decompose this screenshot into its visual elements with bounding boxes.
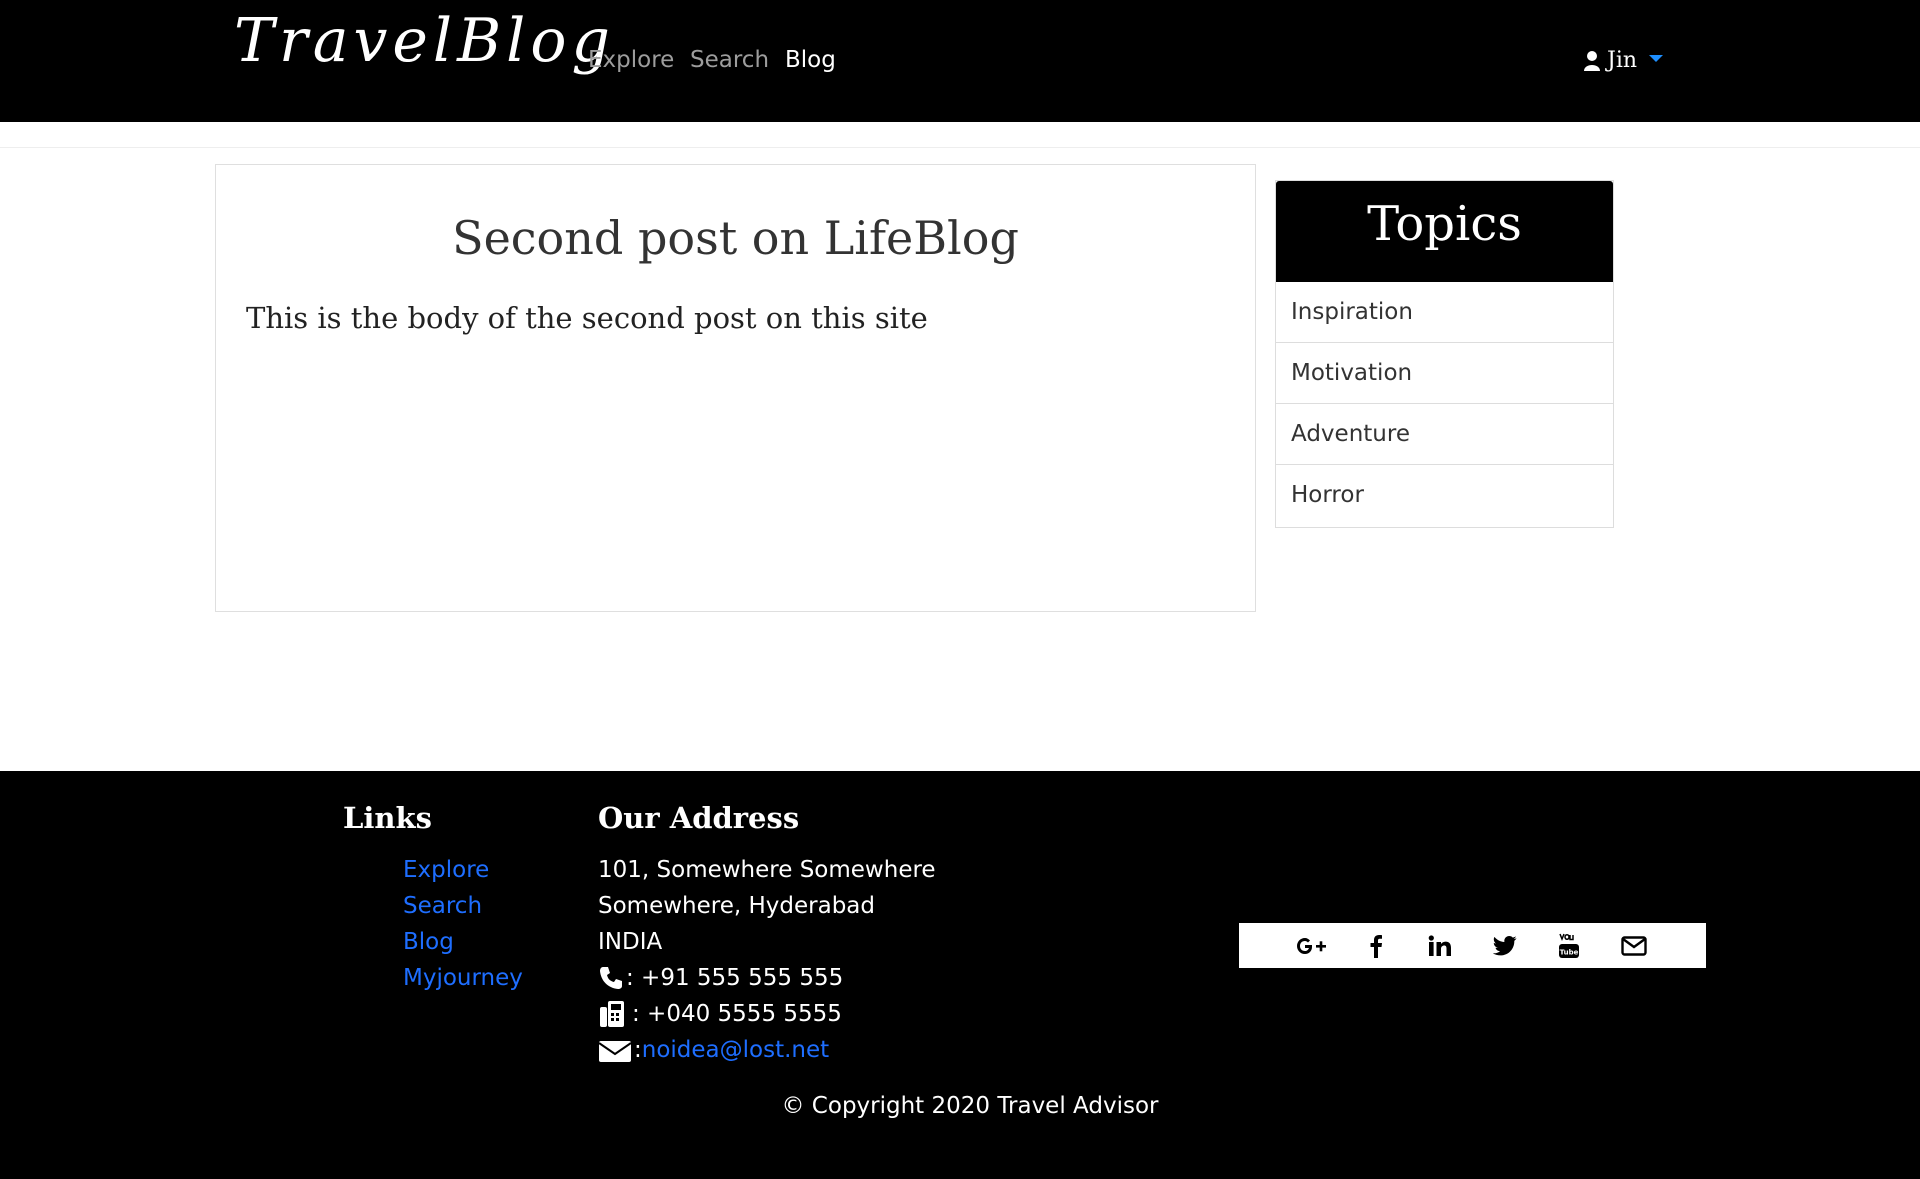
address-line: Somewhere, Hyderabad bbox=[598, 893, 875, 919]
brand-logo[interactable]: TravelBlog bbox=[234, 8, 615, 74]
youtube-icon[interactable]: Tube bbox=[1551, 928, 1587, 964]
footer-link-search[interactable]: Search bbox=[403, 893, 482, 919]
footer-link-blog[interactable]: Blog bbox=[403, 929, 454, 955]
address-title: Our Address bbox=[598, 801, 800, 835]
linkedin-icon[interactable] bbox=[1422, 928, 1458, 964]
chevron-down-icon bbox=[1649, 55, 1664, 62]
footer-link-myjourney[interactable]: Myjourney bbox=[403, 965, 523, 991]
user-name: Jin bbox=[1607, 48, 1638, 73]
fax-icon bbox=[600, 1001, 624, 1027]
fax-line: : +040 5555 5555 bbox=[598, 996, 936, 1032]
footer-links: Explore Search Blog Myjourney bbox=[403, 852, 523, 996]
nav-search-link[interactable]: Search bbox=[690, 47, 769, 73]
address-line: INDIA bbox=[598, 929, 663, 955]
footer: Links Explore Search Blog Myjourney Our … bbox=[0, 771, 1920, 1179]
divider bbox=[0, 147, 1920, 148]
phone-number: : +91 555 555 555 bbox=[626, 965, 844, 991]
envelope-icon bbox=[598, 1041, 632, 1062]
topics-heading: Topics bbox=[1276, 181, 1613, 282]
list-item: Explore bbox=[403, 852, 523, 888]
email-link[interactable]: noidea@lost.net bbox=[642, 1032, 829, 1068]
address-line: 101, Somewhere Somewhere bbox=[598, 857, 936, 883]
user-menu-dropdown[interactable]: Jin bbox=[1583, 48, 1664, 73]
post-body: This is the body of the second post on t… bbox=[246, 301, 928, 335]
list-item: Search bbox=[403, 888, 523, 924]
twitter-icon[interactable] bbox=[1487, 928, 1523, 964]
post-card: Second post on LifeBlog This is the body… bbox=[215, 164, 1256, 612]
mail-icon[interactable] bbox=[1616, 928, 1652, 964]
phone-icon bbox=[600, 967, 622, 989]
topic-item-adventure[interactable]: Adventure bbox=[1276, 404, 1613, 465]
user-icon bbox=[1584, 50, 1600, 71]
social-links-bar: Tube bbox=[1239, 923, 1706, 968]
email-line: : noidea@lost.net bbox=[598, 1032, 936, 1068]
svg-text:Tube: Tube bbox=[1560, 948, 1579, 956]
topic-item-inspiration[interactable]: Inspiration bbox=[1276, 282, 1613, 343]
links-title: Links bbox=[343, 801, 432, 835]
top-navbar: TravelBlog Explore Search Blog Jin bbox=[0, 0, 1920, 122]
fax-number: : +040 5555 5555 bbox=[632, 1001, 842, 1027]
list-item: Myjourney bbox=[403, 960, 523, 996]
topic-item-horror[interactable]: Horror bbox=[1276, 465, 1613, 526]
google-plus-icon[interactable] bbox=[1293, 928, 1329, 964]
facebook-icon[interactable] bbox=[1358, 928, 1394, 964]
address-block: 101, Somewhere Somewhere Somewhere, Hyde… bbox=[598, 852, 936, 1068]
topics-panel: Topics Inspiration Motivation Adventure … bbox=[1275, 180, 1614, 528]
phone-line: : +91 555 555 555 bbox=[598, 960, 936, 996]
nav-explore-link[interactable]: Explore bbox=[588, 47, 674, 73]
topic-item-motivation[interactable]: Motivation bbox=[1276, 343, 1613, 404]
email-prefix: : bbox=[634, 1037, 642, 1063]
footer-link-explore[interactable]: Explore bbox=[403, 857, 489, 883]
post-title: Second post on LifeBlog bbox=[452, 211, 1019, 265]
copyright-text: © Copyright 2020 Travel Advisor bbox=[781, 1093, 1159, 1119]
nav-blog-link[interactable]: Blog bbox=[785, 47, 836, 73]
list-item: Blog bbox=[403, 924, 523, 960]
